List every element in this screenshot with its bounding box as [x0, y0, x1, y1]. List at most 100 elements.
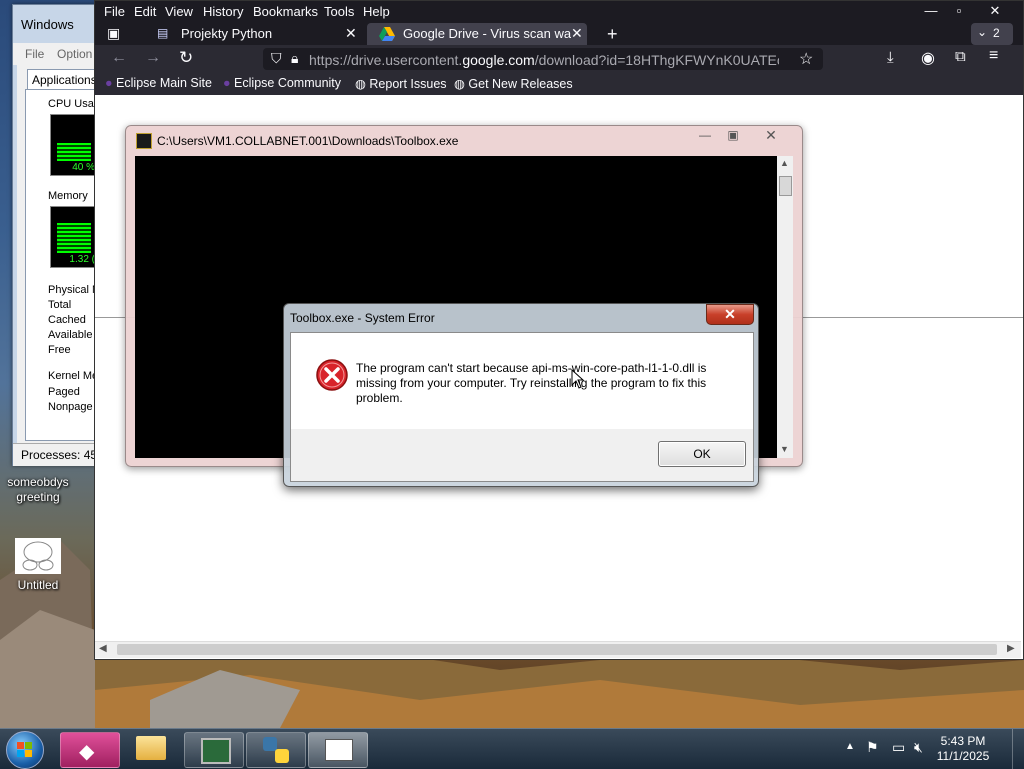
scrollbar-thumb[interactable]: [117, 644, 997, 655]
console-app-icon: [136, 133, 152, 149]
extensions-icon[interactable]: ⧉: [955, 48, 966, 65]
url-prefix: https://drive.usercontent.: [309, 52, 463, 68]
taskbar-app-explorer[interactable]: [122, 732, 180, 766]
volume-muted-icon[interactable]: 🔇︎: [914, 739, 923, 756]
shield-icon[interactable]: ⛉: [271, 50, 282, 67]
menu-file[interactable]: File: [104, 4, 125, 19]
hamburger-menu-icon[interactable]: ≡: [989, 47, 998, 65]
reload-icon[interactable]: ↻: [179, 48, 193, 68]
taskbar-app-console[interactable]: [308, 732, 368, 768]
menu-view[interactable]: View: [165, 4, 193, 19]
console-minimize-button[interactable]: —: [692, 128, 718, 144]
eclipse-icon: ●: [105, 76, 113, 90]
action-center-flag-icon[interactable]: ⚑: [866, 739, 879, 756]
scroll-left-icon[interactable]: ◀: [99, 643, 107, 654]
bookmark-get-new-releases[interactable]: ◍ Get New Releases: [454, 76, 573, 91]
tab-google-drive[interactable]: Google Drive - Virus scan warnir ✕: [367, 23, 587, 45]
tab-count: 2: [993, 26, 1000, 40]
bookmark-label: Report Issues: [369, 77, 447, 91]
console-scrollbar-thumb[interactable]: [779, 176, 792, 196]
phys-available-label: Available: [48, 329, 93, 341]
desktop-icon-greeting[interactable]: someobdys greeting: [2, 475, 74, 505]
firefox-navbar: ← → ↻ ⛉ 🔒︎ https://drive.usercontent.goo…: [95, 45, 1023, 73]
minimize-button[interactable]: —: [917, 3, 945, 21]
bookmark-eclipse-community[interactable]: ● Eclipse Community: [223, 76, 341, 90]
maximize-button[interactable]: ▫: [945, 3, 973, 21]
horizontal-scrollbar[interactable]: ◀ ▶: [95, 641, 1021, 658]
url-text[interactable]: https://drive.usercontent.google.com/dow…: [309, 52, 779, 68]
tm-menu-file[interactable]: File: [25, 47, 44, 61]
bookmark-star-icon[interactable]: ☆: [799, 49, 813, 69]
windows-logo-icon: [17, 742, 32, 757]
back-arrow-icon[interactable]: ←: [111, 49, 127, 67]
scroll-down-icon[interactable]: ▼: [780, 444, 789, 454]
console-close-button[interactable]: ✕: [748, 127, 794, 144]
start-button[interactable]: [6, 731, 44, 769]
menu-tools[interactable]: Tools: [324, 4, 354, 19]
menu-edit[interactable]: Edit: [134, 4, 156, 19]
menu-bookmarks[interactable]: Bookmarks: [253, 4, 318, 19]
error-message-area: The program can't start because api-ms-w…: [291, 333, 753, 429]
tab-overflow-button[interactable]: ⌄ 2: [971, 23, 1013, 45]
firefox-menubar: File Edit View History Bookmarks Tools H…: [95, 1, 1023, 23]
scroll-up-icon[interactable]: ▲: [780, 158, 789, 168]
close-tab-icon[interactable]: ✕: [571, 25, 583, 42]
tm-menu-options[interactable]: Option: [57, 47, 92, 61]
taskbar-app-taskmanager[interactable]: [184, 732, 244, 768]
downloads-icon[interactable]: ⤓: [887, 49, 894, 66]
google-drive-icon: [379, 27, 395, 41]
memory-meter: 1.32 (: [50, 206, 98, 268]
tab-list-icon[interactable]: ▣: [107, 25, 120, 42]
new-tab-button[interactable]: +: [607, 24, 618, 45]
bookmark-label: Eclipse Main Site: [116, 76, 212, 90]
url-bar[interactable]: ⛉ 🔒︎ https://drive.usercontent.google.co…: [263, 48, 823, 70]
github-icon: ◍: [454, 77, 465, 91]
cpu-usage-value: 40 %: [72, 162, 95, 173]
mouse-cursor-icon: [571, 369, 585, 389]
paint-app-icon: ◆: [79, 741, 95, 763]
show-desktop-button[interactable]: [1012, 729, 1024, 769]
bookmarks-toolbar: ● Eclipse Main Site ● Eclipse Community …: [95, 73, 1023, 95]
desktop-icon-greeting-label-1: someobdys: [7, 475, 69, 489]
task-manager-icon: [201, 738, 231, 764]
network-icon[interactable]: ▭: [892, 739, 905, 756]
chevron-down-icon: ⌄: [977, 25, 988, 39]
ok-button[interactable]: OK: [658, 441, 746, 467]
memory-meter-bars: [57, 223, 91, 253]
console-vertical-scrollbar[interactable]: ▲ ▼: [777, 156, 793, 458]
tab-projekty-python[interactable]: ▤ Projekty Python ✕: [145, 23, 365, 45]
forward-arrow-icon[interactable]: →: [145, 49, 161, 67]
drawing-icon: [22, 541, 54, 571]
memory-value: 1.32 (: [69, 254, 95, 265]
tab-title: Projekty Python: [181, 26, 273, 41]
desktop-icon-untitled[interactable]: Untitled: [2, 578, 74, 593]
taskbar-app-paint[interactable]: ◆: [60, 732, 120, 768]
system-clock[interactable]: 5:43 PM 11/1/2025: [930, 734, 996, 764]
cpu-meter-bars: [57, 143, 91, 161]
close-tab-icon[interactable]: ✕: [345, 25, 357, 42]
account-icon[interactable]: ◉: [921, 48, 935, 68]
close-window-button[interactable]: ✕: [981, 3, 1009, 21]
error-dialog-close-button[interactable]: ✕: [706, 304, 754, 325]
page-favicon-icon: ▤: [157, 26, 169, 40]
console-maximize-button[interactable]: ▣: [720, 128, 746, 144]
tab-applications-label: Applications: [32, 73, 97, 87]
clock-date: 11/1/2025: [936, 749, 990, 763]
desktop-icon-greeting-label-2: greeting: [16, 490, 60, 504]
system-error-dialog[interactable]: Toolbox.exe - System Error ✕ The program…: [283, 303, 759, 487]
scroll-right-icon[interactable]: ▶: [1007, 643, 1015, 654]
phys-free-label: Free: [48, 344, 71, 356]
bookmark-report-issues[interactable]: ◍ Report Issues: [355, 76, 447, 91]
tab-title: Google Drive - Virus scan warnir: [403, 26, 571, 41]
console-app-icon: [325, 739, 353, 761]
bookmark-eclipse-main[interactable]: ● Eclipse Main Site: [105, 76, 212, 90]
lock-icon[interactable]: 🔒︎: [291, 50, 298, 67]
url-domain: google.com: [462, 52, 535, 68]
memory-label: Memory: [48, 190, 88, 202]
show-hidden-icons-icon[interactable]: ▲: [845, 741, 855, 752]
untitled-file-icon[interactable]: [15, 538, 61, 574]
menu-history[interactable]: History: [203, 4, 243, 19]
menu-help[interactable]: Help: [363, 4, 390, 19]
cpu-meter: 40 %: [50, 114, 98, 176]
taskbar-app-python[interactable]: [246, 732, 306, 768]
